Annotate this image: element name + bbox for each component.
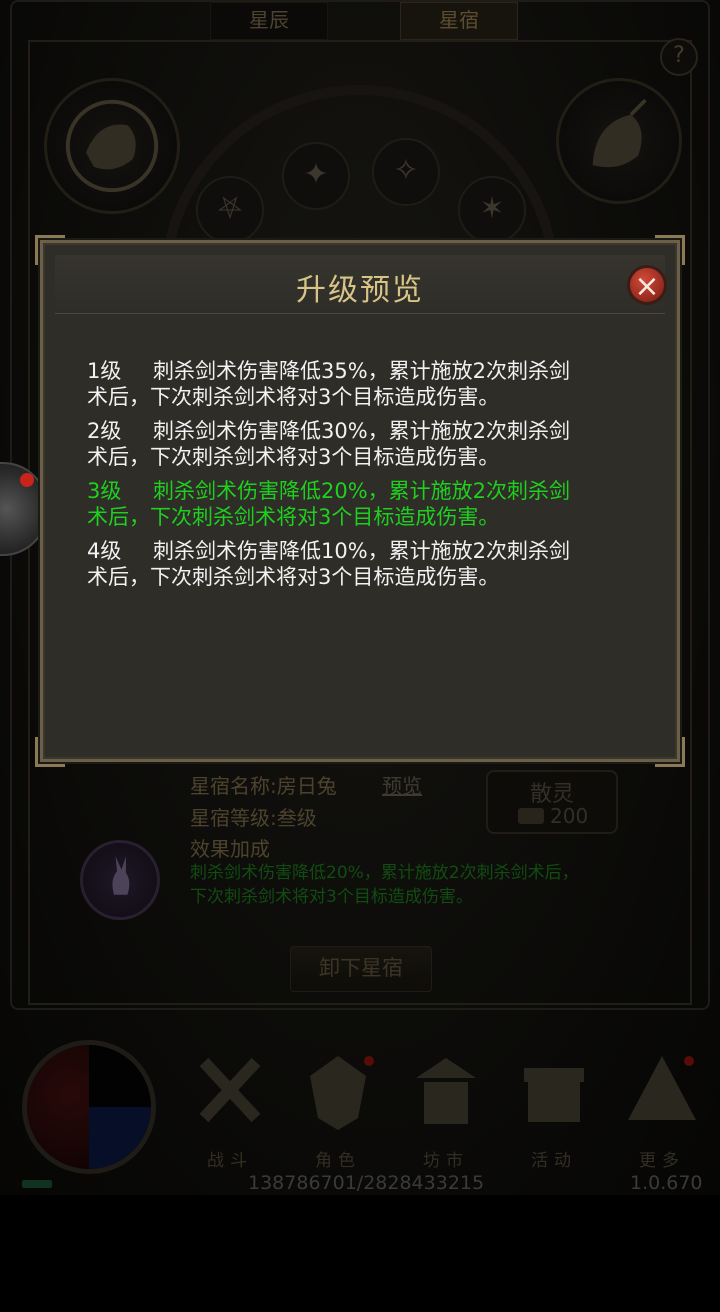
nav-battle-label: 战斗	[207, 1151, 253, 1171]
bat-zodiac-icon[interactable]: ⛧	[196, 176, 264, 244]
help-icon[interactable]: ?	[660, 38, 698, 76]
rat-zodiac-icon[interactable]: ✦	[282, 142, 350, 210]
dragon-zodiac-icon[interactable]: ✧	[372, 138, 440, 206]
level-row-3-current: 3级 刺杀剑术伤害降低20%，累计施放2次刺杀剑 术后，下次刺杀剑术将对3个目标造…	[87, 478, 647, 530]
upgrade-preview-dialog: 升级预览 × 1级 刺杀剑术伤害降低35%，累计施放2次刺杀剑 术后，下次刺杀剑术…	[35, 235, 685, 767]
side-menu-badge-dot	[20, 473, 34, 487]
character-badge-dot	[364, 1056, 374, 1066]
tab-stars[interactable]: 星辰	[210, 2, 328, 40]
level-desc-line1: 刺杀剑术伤害降低20%，累计施放2次刺杀剑	[153, 479, 571, 503]
level-desc-line1: 刺杀剑术伤害降低30%，累计施放2次刺杀剑	[153, 419, 571, 443]
nav-more-label: 更多	[639, 1151, 685, 1171]
level-desc-line2: 术后，下次刺杀剑术将对3个目标造成伤害。	[87, 565, 500, 589]
level-desc-line1: 刺杀剑术伤害降低10%，累计施放2次刺杀剑	[153, 539, 571, 563]
remove-constellation-button[interactable]: 卸下星宿	[290, 946, 432, 992]
nav-character-label: 角色	[315, 1151, 361, 1171]
level-list: 1级 刺杀剑术伤害降低35%，累计施放2次刺杀剑 术后，下次刺杀剑术将对3个目标造…	[87, 358, 647, 598]
effect-text-line2: 下次刺杀剑术将对3个目标造成伤害。	[190, 887, 473, 907]
nav-character[interactable]: 角色	[290, 1048, 386, 1171]
level-name: 1级	[87, 359, 122, 383]
level-row-2: 2级 刺杀剑术伤害降低30%，累计施放2次刺杀剑 术后，下次刺杀剑术将对3个目标造…	[87, 418, 647, 470]
preview-link[interactable]: 预览	[382, 770, 422, 799]
constellation-level: 星宿等级:叁级	[190, 806, 317, 830]
orb-empty	[89, 1045, 151, 1107]
crossed-swords-icon	[199, 1057, 261, 1123]
level-desc-line2: 术后，下次刺杀剑术将对3个目标造成伤害。	[87, 385, 500, 409]
tiger-emblem-icon	[44, 78, 180, 214]
exp-progress-bar	[22, 1180, 52, 1188]
mp-fill	[89, 1107, 151, 1169]
effect-text-line1: 刺杀剑术伤害降低20%，累计施放2次刺杀剑术后，	[190, 863, 579, 883]
rabbit-constellation-icon[interactable]	[80, 840, 160, 920]
hp-fill	[27, 1045, 89, 1169]
level-name: 2级	[87, 419, 122, 443]
version-label: 1.0.670	[630, 1172, 703, 1194]
level-row-1: 1级 刺杀剑术伤害降低35%，累计施放2次刺杀剑 术后，下次刺杀剑术将对3个目标造…	[87, 358, 647, 410]
close-button[interactable]: ×	[627, 265, 667, 305]
nav-market-label: 坊市	[423, 1151, 469, 1171]
level-name: 3级	[87, 479, 122, 503]
dialog-corner-ornament	[655, 737, 685, 767]
level-desc-line1: 刺杀剑术伤害降低35%，累计施放2次刺杀剑	[153, 359, 571, 383]
nav-activity[interactable]: 活动	[506, 1048, 602, 1171]
gift-icon	[524, 1068, 584, 1122]
market-icon	[416, 1058, 476, 1124]
effect-title: 效果加成	[190, 837, 270, 861]
level-desc-line2: 术后，下次刺杀剑术将对3个目标造成伤害。	[87, 445, 500, 469]
more-badge-dot	[684, 1056, 694, 1066]
tab-constellation[interactable]: 星宿	[400, 2, 518, 40]
nav-battle[interactable]: 战斗	[182, 1048, 278, 1171]
level-name: 4级	[87, 539, 122, 563]
exp-counter: 138786701/2828433215	[248, 1172, 485, 1194]
hp-mp-orb	[22, 1040, 156, 1174]
nav-activity-label: 活动	[531, 1151, 577, 1171]
ingot-icon	[518, 808, 544, 824]
level-row-4: 4级 刺杀剑术伤害降低10%，累计施放2次刺杀剑 术后，下次刺杀剑术将对3个目标造…	[87, 538, 647, 590]
nav-more[interactable]: 更多	[614, 1048, 710, 1171]
dialog-title: 升级预览	[296, 273, 424, 308]
nav-market[interactable]: 坊市	[398, 1048, 494, 1171]
scatter-spirit-cost: 200	[550, 804, 589, 828]
constellation-name: 星宿名称:房日兔	[190, 774, 337, 798]
dialog-corner-ornament	[35, 737, 65, 767]
dragon-emblem-icon	[556, 78, 682, 204]
serpent-zodiac-icon[interactable]: ✶	[458, 176, 526, 244]
scatter-spirit-button[interactable]: 散灵 200	[486, 770, 618, 834]
level-desc-line2: 术后，下次刺杀剑术将对3个目标造成伤害。	[87, 505, 500, 529]
